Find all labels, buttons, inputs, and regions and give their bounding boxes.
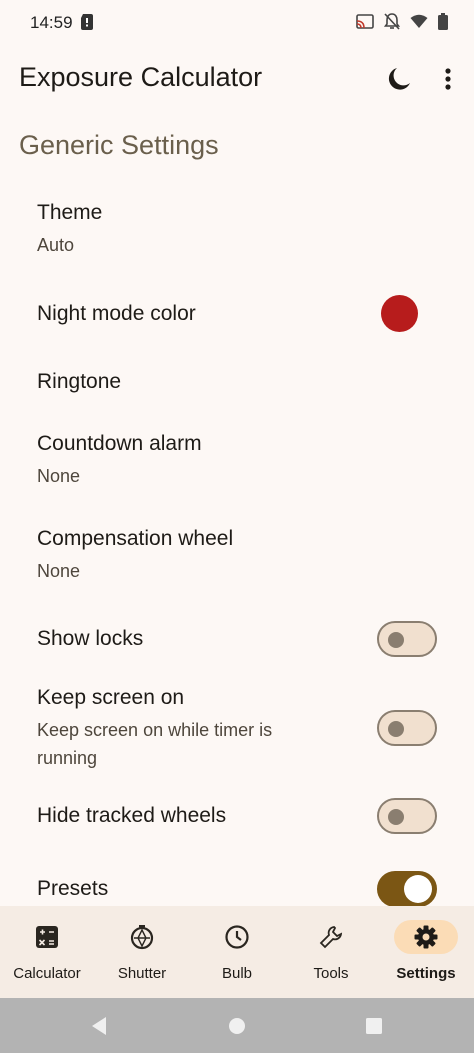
nav-bulb[interactable]: Bulb [190, 906, 284, 998]
keep-screen-on-title: Keep screen on [37, 686, 185, 709]
night-mode-color-swatch[interactable] [381, 295, 418, 332]
theme-preference[interactable]: Theme Auto [37, 199, 367, 259]
presets-title: Presets [37, 877, 109, 900]
nav-shutter-label: Shutter [117, 965, 167, 982]
wifi-icon [410, 14, 428, 28]
countdown-alarm-title: Countdown alarm [37, 432, 202, 455]
night-mode-color-preference[interactable]: Night mode color [37, 300, 367, 328]
keep-screen-on-preference[interactable]: Keep screen on Keep screen on while time… [37, 684, 337, 772]
system-navigation-bar [0, 998, 474, 1053]
hide-tracked-wheels-preference[interactable]: Hide tracked wheels [37, 802, 367, 830]
compensation-wheel-title: Compensation wheel [37, 527, 234, 550]
show-locks-title: Show locks [37, 627, 144, 650]
wrench-icon [319, 926, 343, 949]
more-options-icon[interactable] [434, 64, 462, 94]
switch-thumb [388, 721, 404, 737]
nav-tools-label: Tools [313, 965, 349, 982]
countdown-alarm-preference[interactable]: Countdown alarm None [37, 430, 367, 490]
cast-icon [356, 13, 374, 29]
show-locks-switch[interactable] [377, 621, 437, 657]
bottom-navigation: Calculator Shutter Bulb Tools Settings [0, 906, 474, 998]
switch-thumb [404, 875, 432, 903]
nav-bulb-label: Bulb [221, 965, 253, 982]
ringtone-preference[interactable]: Ringtone [37, 368, 367, 396]
section-title: Generic Settings [19, 130, 219, 160]
show-locks-preference[interactable]: Show locks [37, 625, 367, 653]
nav-calculator-label: Calculator [13, 965, 81, 982]
presets-preference[interactable]: Presets [37, 875, 367, 903]
home-icon[interactable] [223, 1012, 251, 1040]
keep-screen-on-summary: Keep screen on while timer is running [37, 720, 273, 768]
hide-tracked-wheels-title: Hide tracked wheels [37, 804, 227, 827]
status-time: 14:59 [30, 13, 73, 32]
nav-settings-label: Settings [396, 965, 456, 982]
nav-shutter[interactable]: Shutter [95, 906, 189, 998]
presets-switch[interactable] [377, 871, 437, 907]
keep-screen-on-switch[interactable] [377, 710, 437, 746]
countdown-alarm-summary: None [37, 466, 81, 486]
compensation-wheel-summary: None [37, 561, 81, 581]
app-bar: Exposure Calculator [0, 52, 474, 108]
app-title: Exposure Calculator [19, 62, 263, 92]
switch-thumb [388, 809, 404, 825]
hide-tracked-wheels-switch[interactable] [377, 798, 437, 834]
ringtone-title: Ringtone [37, 370, 122, 393]
notifications-off-icon [384, 13, 400, 30]
status-icons [356, 13, 448, 30]
back-icon[interactable] [86, 1012, 114, 1040]
theme-title: Theme [37, 201, 103, 224]
status-bar: 14:59 [0, 0, 474, 46]
nav-tools[interactable]: Tools [284, 906, 378, 998]
compensation-wheel-preference[interactable]: Compensation wheel None [37, 525, 367, 585]
night-mode-color-title: Night mode color [37, 302, 196, 325]
battery-icon [438, 13, 448, 30]
calculator-icon [36, 926, 58, 948]
switch-thumb [388, 632, 404, 648]
shutter-icon [130, 925, 154, 950]
clock-icon [225, 925, 249, 949]
gear-icon [414, 925, 438, 949]
sim-card-icon [81, 14, 93, 30]
nav-settings[interactable]: Settings [379, 906, 473, 998]
recents-icon[interactable] [360, 1012, 388, 1040]
night-mode-icon[interactable] [384, 64, 414, 94]
theme-summary: Auto [37, 235, 75, 255]
nav-calculator[interactable]: Calculator [0, 906, 94, 998]
